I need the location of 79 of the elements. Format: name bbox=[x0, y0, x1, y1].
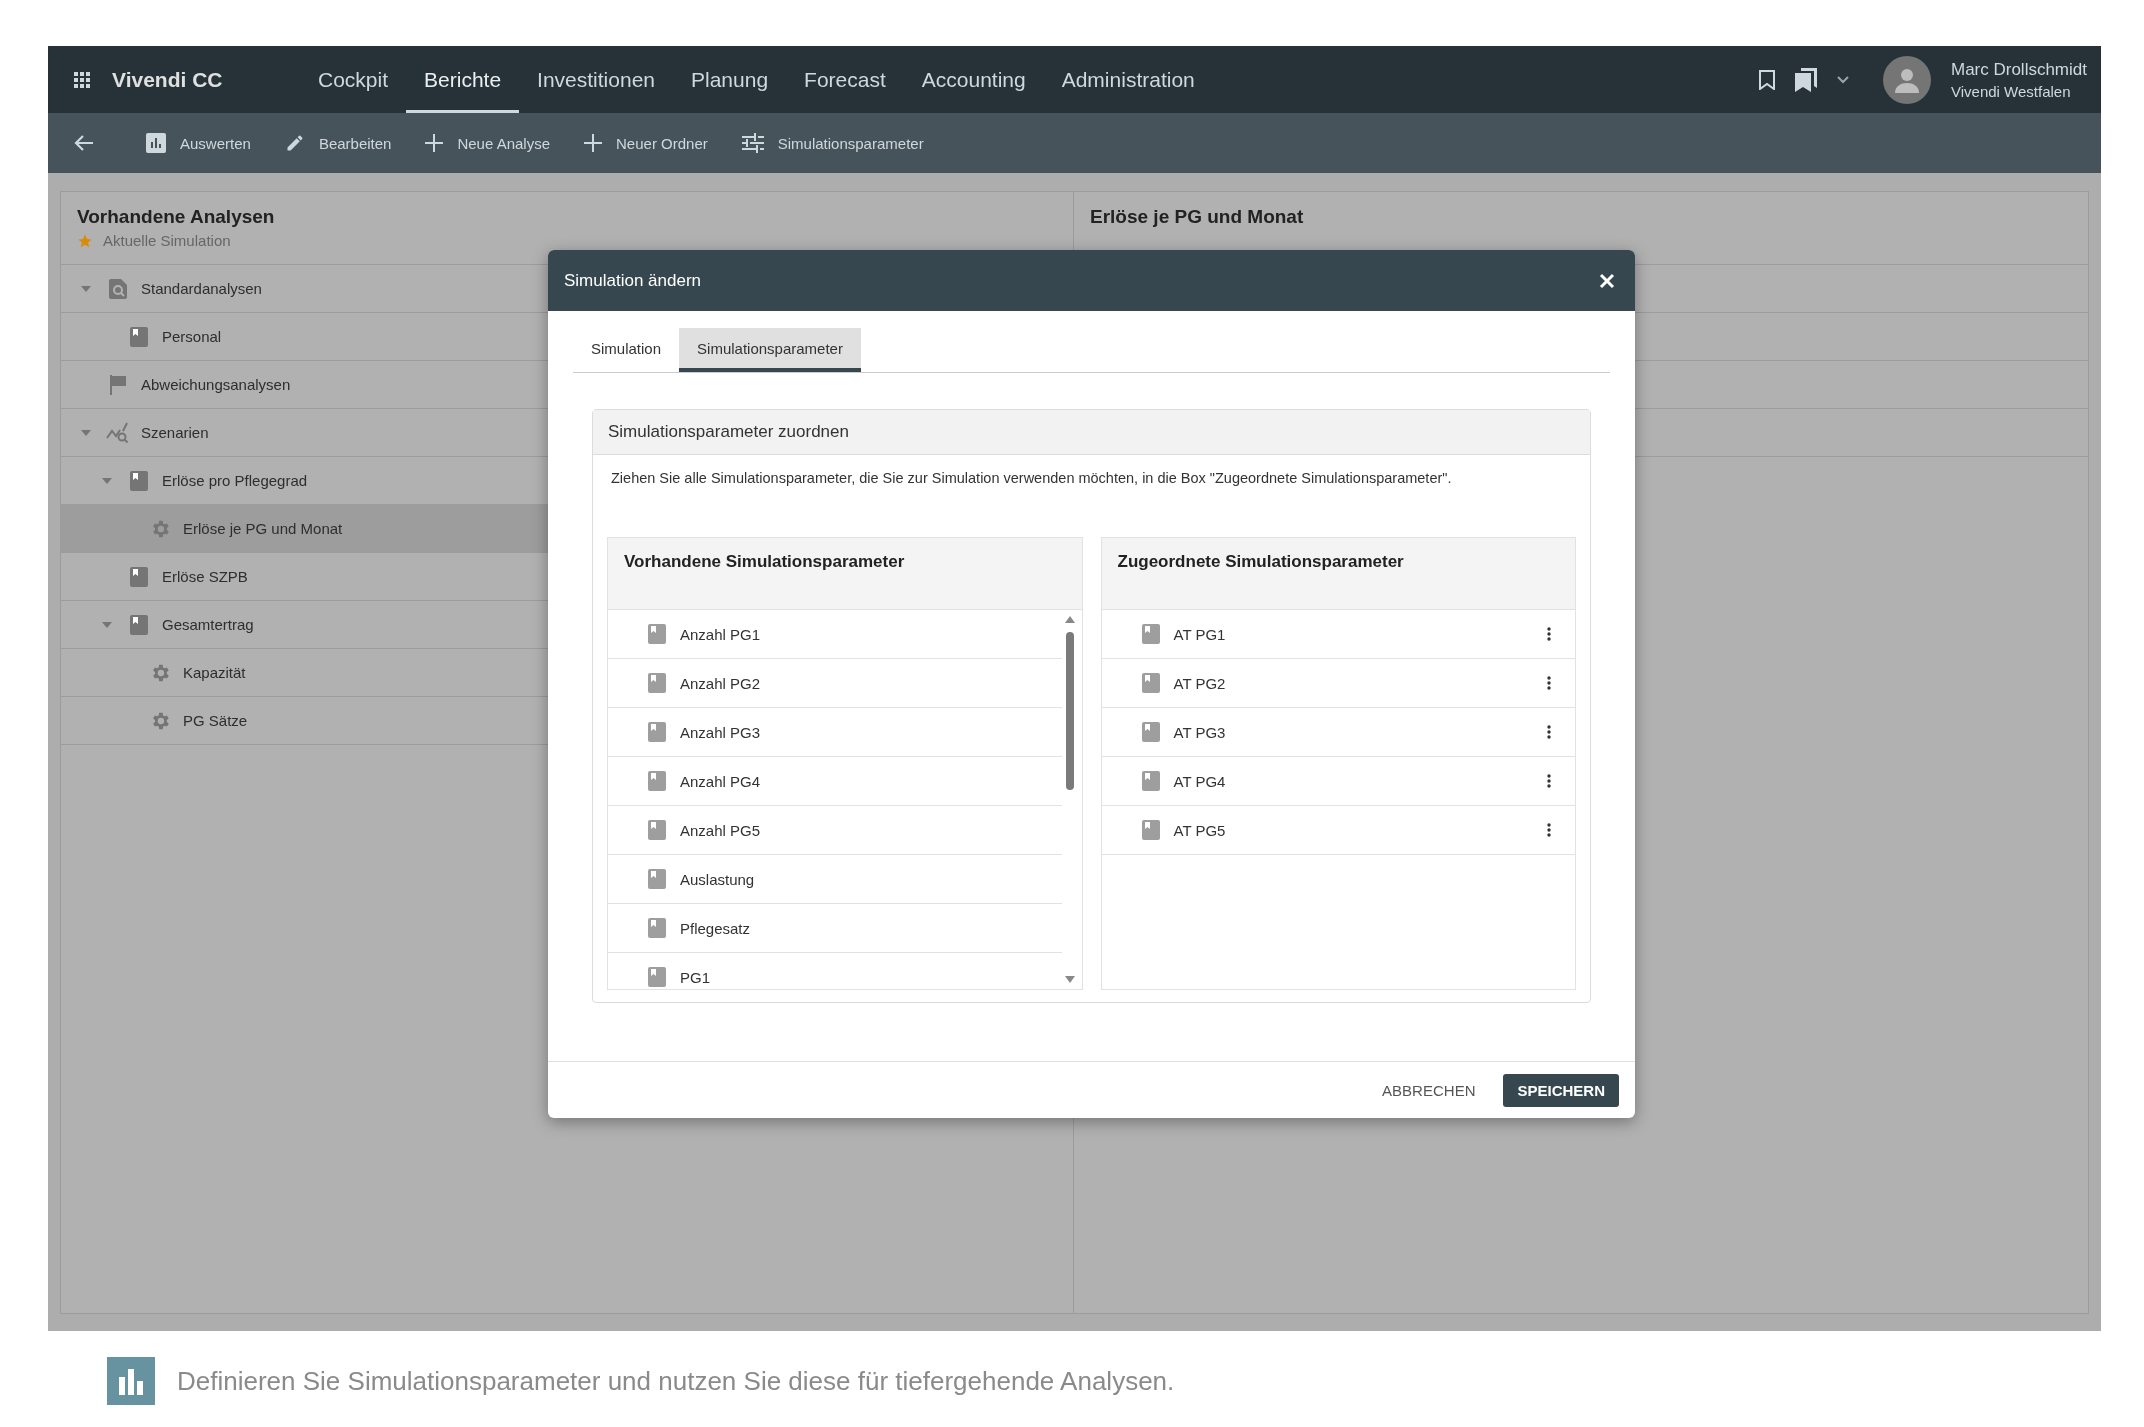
apps-grid-icon[interactable] bbox=[74, 71, 90, 88]
document-icon bbox=[648, 624, 666, 644]
dialog-title: Simulation ändern bbox=[564, 270, 702, 291]
nav-tab[interactable]: Administration bbox=[1043, 46, 1213, 113]
document-icon bbox=[1141, 673, 1160, 693]
document-icon bbox=[1141, 820, 1160, 840]
caption-text: Definieren Sie Simulationsparameter und nutzen Sie diese für tiefergehende Analysen. bbox=[177, 1365, 1175, 1397]
bookmarks-icon[interactable] bbox=[1794, 67, 1817, 92]
nav-tab[interactable]: Investitionen bbox=[519, 46, 673, 113]
chevron-down-icon[interactable] bbox=[1836, 75, 1849, 84]
parameter-item[interactable]: AT PG1 bbox=[1101, 610, 1575, 659]
chart-icon bbox=[146, 133, 166, 153]
document-icon bbox=[648, 820, 666, 840]
bar-chart-icon bbox=[107, 1357, 155, 1405]
save-button[interactable]: SPEICHERN bbox=[1503, 1073, 1619, 1107]
document-icon bbox=[1141, 722, 1160, 742]
document-icon bbox=[130, 614, 148, 635]
document-icon bbox=[130, 326, 148, 347]
document-icon bbox=[1141, 624, 1160, 644]
parameter-item[interactable]: Anzahl PG1 bbox=[608, 610, 1062, 659]
parameter-item[interactable]: AT PG2 bbox=[1101, 659, 1575, 708]
user-name: Marc Drollschmidt bbox=[1950, 59, 2087, 80]
document-icon bbox=[648, 967, 666, 987]
app-title: Vivendi CC bbox=[112, 67, 223, 92]
user-organization: Vivendi Westfalen bbox=[1950, 82, 2072, 100]
panel-subtitle: Aktuelle Simulation bbox=[103, 232, 231, 249]
more-menu-icon[interactable] bbox=[1547, 774, 1551, 788]
nav-tab[interactable]: Forecast bbox=[786, 46, 904, 113]
toolbar-button[interactable]: Neue Analyse bbox=[423, 130, 552, 156]
toolbar-button[interactable]: Neuer Ordner bbox=[582, 130, 710, 156]
bookmark-icon[interactable] bbox=[1758, 69, 1775, 90]
toolbar-button[interactable]: Auswerten bbox=[144, 129, 253, 157]
back-arrow-icon[interactable] bbox=[74, 134, 94, 152]
scroll-down-icon[interactable] bbox=[1064, 976, 1075, 983]
parameter-item[interactable]: Pflegesatz bbox=[608, 904, 1062, 953]
card-title: Simulationsparameter zuordnen bbox=[593, 410, 1590, 455]
document-icon bbox=[130, 566, 148, 587]
document-icon bbox=[648, 673, 666, 693]
plus-icon bbox=[584, 134, 602, 152]
plus-icon bbox=[425, 134, 444, 152]
panel-title: Erlöse je PG und Monat bbox=[1090, 206, 1305, 228]
dialog-tab[interactable]: Simulationsparameter bbox=[679, 328, 861, 372]
list-title: Vorhandene Simulationsparameter bbox=[624, 552, 905, 571]
dialog-tab[interactable]: Simulation bbox=[573, 328, 680, 372]
parameter-item[interactable]: Anzahl PG4 bbox=[608, 757, 1062, 806]
document-icon bbox=[648, 918, 666, 938]
parameter-item[interactable]: Anzahl PG3 bbox=[608, 708, 1062, 757]
document-search-icon bbox=[109, 278, 127, 299]
parameter-item[interactable]: AT PG4 bbox=[1101, 757, 1575, 806]
flag-icon bbox=[109, 374, 127, 395]
parameter-item[interactable]: Auslastung bbox=[608, 855, 1062, 904]
list-title: Zugeordnete Simulationsparameter bbox=[1117, 552, 1404, 571]
parameter-item[interactable]: AT PG5 bbox=[1101, 806, 1575, 855]
scroll-up-icon[interactable] bbox=[1064, 616, 1075, 623]
nav-tab[interactable]: Cockpit bbox=[300, 46, 407, 113]
panel-title: Vorhandene Analysen bbox=[77, 206, 276, 228]
document-icon bbox=[648, 869, 666, 889]
more-menu-icon[interactable] bbox=[1547, 725, 1551, 739]
toolbar-button[interactable]: Simulationsparameter bbox=[739, 129, 926, 157]
scrollbar-thumb[interactable] bbox=[1065, 632, 1074, 790]
toolbar-button[interactable]: Bearbeiten bbox=[282, 129, 394, 157]
document-icon bbox=[648, 722, 666, 742]
parameter-item[interactable]: Anzahl PG2 bbox=[608, 659, 1062, 708]
more-menu-icon[interactable] bbox=[1547, 676, 1551, 690]
nav-tab[interactable]: Planung bbox=[673, 46, 787, 113]
nav-tab[interactable]: Accounting bbox=[903, 46, 1044, 113]
more-menu-icon[interactable] bbox=[1547, 823, 1551, 837]
document-icon bbox=[1141, 771, 1160, 791]
instruction-text: Ziehen Sie alle Simulationsparameter, die Sie zur Simulation verwenden möchten, in die Box "Zugeordnete Simulationsparameter". bbox=[611, 470, 1452, 486]
more-menu-icon[interactable] bbox=[1547, 627, 1551, 641]
parameter-item[interactable]: AT PG3 bbox=[1101, 708, 1575, 757]
parameter-item[interactable]: Anzahl PG5 bbox=[608, 806, 1062, 855]
sliders-icon bbox=[741, 133, 764, 153]
document-icon bbox=[648, 771, 666, 791]
star-icon bbox=[77, 232, 93, 249]
parameter-item[interactable]: PG1 bbox=[608, 953, 1062, 989]
chart-search-icon bbox=[106, 421, 130, 444]
cancel-button[interactable]: ABBRECHEN bbox=[1368, 1073, 1490, 1107]
document-icon bbox=[130, 470, 148, 491]
